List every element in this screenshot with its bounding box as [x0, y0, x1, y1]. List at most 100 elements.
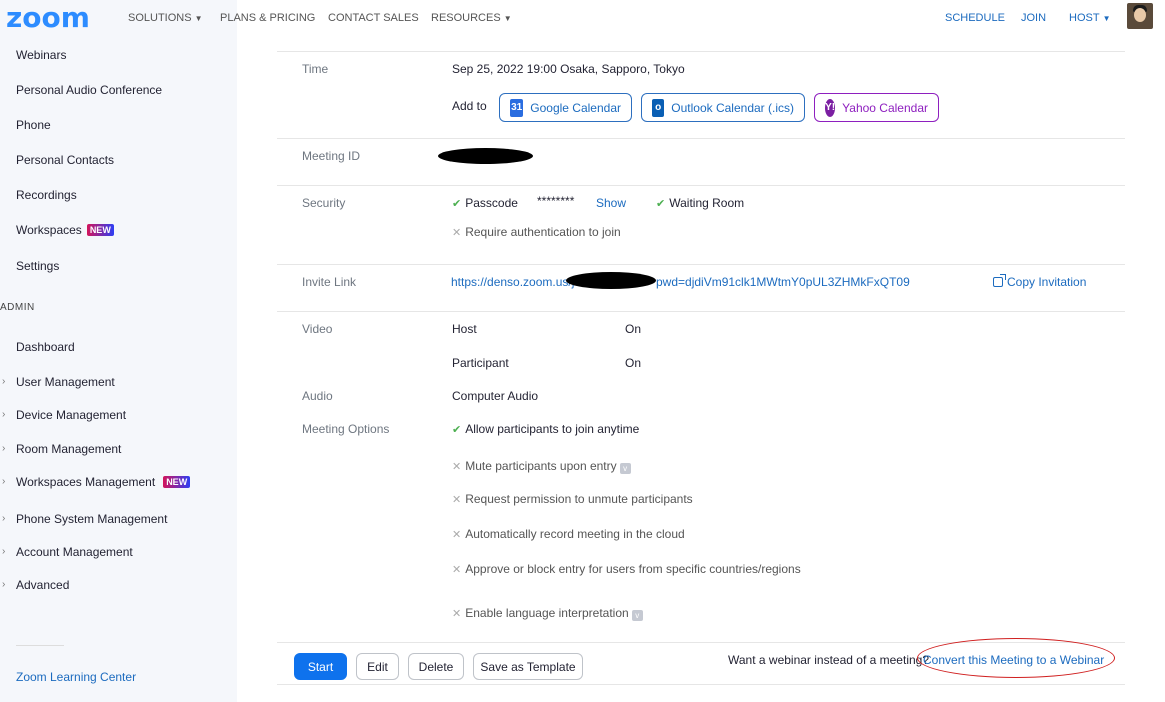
chevron-right-icon: › — [2, 579, 6, 590]
yahoo-calendar-button[interactable]: Y! Yahoo Calendar — [814, 93, 939, 122]
row-divider — [277, 264, 1125, 265]
avatar-face — [1134, 8, 1146, 22]
row-divider — [277, 51, 1125, 52]
cross-icon: ✕ — [452, 494, 462, 506]
chevron-right-icon: › — [2, 443, 6, 454]
save-as-template-button[interactable]: Save as Template — [473, 653, 583, 680]
nav-resources-label: RESOURCES — [431, 12, 501, 24]
invite-link-prefix[interactable]: https://denso.zoom.us/j — [451, 275, 574, 289]
cross-icon: ✕ — [452, 227, 462, 239]
option-label: Automatically record meeting in the clou… — [465, 527, 685, 541]
check-icon: ✔ — [452, 198, 462, 210]
cross-icon: ✕ — [452, 461, 462, 473]
caret-down-icon: ▼ — [503, 14, 512, 23]
nav-join[interactable]: JOIN — [1021, 12, 1046, 24]
sidebar-item-recordings[interactable]: Recordings — [16, 188, 77, 202]
chevron-right-icon: › — [2, 409, 6, 420]
chevron-right-icon: › — [2, 513, 6, 524]
start-button[interactable]: Start — [294, 653, 347, 680]
row-divider — [277, 684, 1125, 685]
sidebar-item-account-management[interactable]: Account Management — [16, 545, 133, 559]
google-calendar-icon: 31 — [510, 98, 524, 117]
copy-icon — [993, 274, 1006, 287]
waiting-room-label: Waiting Room — [669, 196, 745, 210]
edit-button[interactable]: Edit — [356, 653, 399, 680]
option-request-unmute: ✕ Request permission to unmute participan… — [452, 492, 693, 506]
avatar[interactable] — [1127, 3, 1153, 29]
chevron-right-icon: › — [2, 376, 6, 387]
require-auth-label: Require authentication to join — [465, 225, 621, 239]
sidebar-item-personal-audio-conference[interactable]: Personal Audio Conference — [16, 83, 162, 97]
show-passcode-link[interactable]: Show — [596, 196, 626, 210]
sidebar-divider — [16, 645, 64, 646]
row-divider — [277, 185, 1125, 186]
nav-contact-sales[interactable]: CONTACT SALES — [328, 12, 419, 24]
audio-label: Audio — [302, 389, 333, 403]
video-participant-value: On — [625, 356, 642, 370]
delete-button[interactable]: Delete — [408, 653, 464, 680]
chevron-right-icon: › — [2, 546, 6, 557]
sidebar-item-webinars[interactable]: Webinars — [16, 48, 66, 62]
sidebar-item-phone-system-management[interactable]: Phone System Management — [16, 512, 167, 526]
sidebar: Webinars Personal Audio Conference Phone… — [0, 38, 237, 702]
sidebar-item-phone[interactable]: Phone — [16, 118, 51, 132]
zoom-logo[interactable]: zoom — [6, 1, 90, 34]
option-label: Allow participants to join anytime — [465, 422, 640, 436]
audio-value: Computer Audio — [452, 389, 539, 403]
time-value: Sep 25, 2022 19:00 Osaka, Sapporo, Tokyo — [452, 62, 685, 76]
row-divider — [277, 311, 1125, 312]
sidebar-item-workspaces-management[interactable]: Workspaces Management NEW — [16, 475, 191, 489]
info-icon[interactable]: v — [631, 610, 643, 621]
copy-invitation-button[interactable]: Copy Invitation — [993, 274, 1086, 289]
nav-solutions[interactable]: SOLUTIONS ▼ — [128, 12, 203, 24]
time-label: Time — [302, 62, 329, 76]
sidebar-item-dashboard[interactable]: Dashboard — [16, 340, 75, 354]
video-participant-label: Participant — [452, 356, 509, 370]
caret-down-icon: ▼ — [194, 14, 203, 23]
option-cloud-record: ✕ Automatically record meeting in the clo… — [452, 527, 685, 541]
waiting-room-option: ✔ Waiting Room — [656, 196, 744, 210]
chevron-right-icon: › — [2, 476, 6, 487]
meeting-options-label: Meeting Options — [302, 422, 390, 436]
nav-schedule[interactable]: SCHEDULE — [945, 12, 1005, 24]
sidebar-item-device-management[interactable]: Device Management — [16, 408, 126, 422]
sidebar-item-advanced[interactable]: Advanced — [16, 578, 69, 592]
outlook-calendar-button[interactable]: o Outlook Calendar (.ics) — [641, 93, 805, 122]
sidebar-item-user-management[interactable]: User Management — [16, 375, 115, 389]
nav-resources[interactable]: RESOURCES ▼ — [431, 12, 512, 24]
sidebar-item-settings[interactable]: Settings — [16, 259, 59, 273]
info-icon[interactable]: v — [619, 463, 631, 474]
yahoo-calendar-icon: Y! — [825, 98, 836, 117]
require-auth-option: ✕ Require authentication to join — [452, 225, 621, 239]
option-join-anytime: ✔ Allow participants to join anytime — [452, 422, 639, 436]
new-badge: NEW — [163, 476, 191, 488]
sidebar-item-label: Workspaces Management — [16, 475, 156, 489]
check-icon: ✔ — [656, 198, 666, 210]
option-label: Mute participants upon entry — [465, 459, 617, 473]
sidebar-item-workspaces[interactable]: Workspaces NEW — [16, 223, 114, 237]
row-divider — [277, 138, 1125, 139]
option-label: Request permission to unmute participant… — [465, 492, 693, 506]
sidebar-item-room-management[interactable]: Room Management — [16, 442, 121, 456]
security-label: Security — [302, 196, 346, 210]
video-host-value: On — [625, 322, 642, 336]
yahoo-calendar-label: Yahoo Calendar — [842, 100, 928, 115]
sidebar-item-personal-contacts[interactable]: Personal Contacts — [16, 153, 114, 167]
passcode-label: Passcode — [465, 196, 518, 210]
nav-host-label: HOST — [1069, 12, 1100, 24]
option-label: Enable language interpretation — [465, 606, 629, 620]
new-badge: NEW — [86, 224, 114, 236]
google-calendar-label: Google Calendar — [530, 100, 621, 115]
nav-plans-pricing[interactable]: PLANS & PRICING — [220, 12, 315, 24]
annotation-circle — [917, 638, 1115, 678]
option-language-interpretation: ✕ Enable language interpretation v — [452, 606, 643, 621]
outlook-calendar-icon: o — [652, 98, 665, 117]
invite-link-suffix[interactable]: pwd=djdiVm91clk1MWtmY0pUL3ZHMkFxQT09 — [656, 275, 910, 289]
option-label: Approve or block entry for users from sp… — [465, 562, 801, 576]
caret-down-icon: ▼ — [1102, 14, 1111, 23]
google-calendar-button[interactable]: 31 Google Calendar — [499, 93, 632, 122]
passcode-value: ******** — [537, 194, 575, 208]
cross-icon: ✕ — [452, 564, 462, 576]
zoom-learning-center-link[interactable]: Zoom Learning Center — [16, 670, 136, 684]
nav-host[interactable]: HOST ▼ — [1069, 12, 1110, 24]
